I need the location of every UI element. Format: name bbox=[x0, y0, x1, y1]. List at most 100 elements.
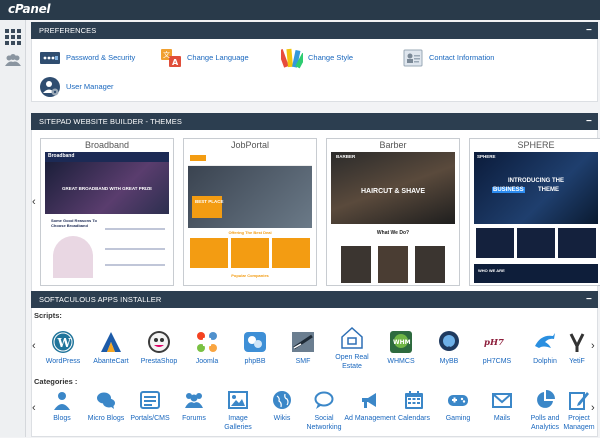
app-whmcs[interactable]: WHM WHMCS bbox=[376, 330, 426, 376]
sitepad-panel: ‹ › Broadband Broadband GREAT BROADBAND … bbox=[31, 130, 600, 300]
themes-prev-button[interactable]: ‹ bbox=[32, 196, 36, 208]
scripts-label: Scripts: bbox=[34, 311, 62, 320]
preview-footer: Popular Companies bbox=[231, 273, 269, 278]
preferences-panel: Password & Security A文 Change Language C… bbox=[31, 39, 598, 102]
chat-bubbles-icon bbox=[97, 392, 115, 409]
preview-brand: SPHERE bbox=[477, 154, 496, 159]
dolphin-icon bbox=[535, 333, 555, 348]
category-portals-cms[interactable]: Portals/CMS bbox=[126, 390, 174, 438]
softaculous-collapse-button[interactable]: − bbox=[586, 291, 592, 308]
category-gaming[interactable]: Gaming bbox=[434, 390, 482, 438]
preference-user-manager[interactable]: User Manager bbox=[39, 76, 149, 98]
theme-preview-sphere: SPHERE INTRODUCING THE BUSINESS THEME WH… bbox=[474, 152, 598, 283]
svg-text:W: W bbox=[57, 336, 72, 350]
theme-card-sphere[interactable]: SPHERE SPHERE INTRODUCING THE BUSINESS T… bbox=[469, 138, 600, 286]
social-chat-icon bbox=[314, 391, 334, 409]
theme-card-jobportal[interactable]: JobPortal BEST PLACE Offering The Best D… bbox=[183, 138, 317, 286]
category-forums[interactable]: Forums bbox=[170, 390, 218, 438]
app-wordpress[interactable]: W WordPress bbox=[38, 330, 88, 376]
app-abantecart[interactable]: AbanteCart bbox=[86, 330, 136, 376]
category-wikis[interactable]: Wikis bbox=[258, 390, 306, 438]
app-ph7cms[interactable]: pH7 pH7CMS bbox=[472, 330, 522, 376]
theme-card-barber[interactable]: Barber BARBER HAIRCUT & SHAVE What We Do… bbox=[326, 138, 460, 286]
category-image-galleries[interactable]: Image Galleries bbox=[214, 390, 262, 438]
preferences-collapse-button[interactable]: − bbox=[586, 22, 592, 39]
preview-brand: Broadband bbox=[48, 153, 75, 159]
preview-hero: BEST PLACE bbox=[195, 199, 224, 204]
category-calendars[interactable]: Calendars bbox=[390, 390, 438, 438]
softaculous-title: SOFTACULOUS APPS INSTALLER bbox=[39, 295, 162, 304]
calendar-icon bbox=[405, 391, 423, 409]
app-prestashop[interactable]: PrestaShop bbox=[134, 330, 184, 376]
preview-hero: HAIRCUT & SHAVE bbox=[360, 188, 426, 195]
theme-title: Barber bbox=[379, 140, 407, 150]
preview-hero: GREAT BROADBAND WITH GREAT PRIZE bbox=[61, 186, 153, 191]
category-ad-management[interactable]: Ad Management bbox=[344, 390, 396, 438]
svg-text:A: A bbox=[172, 58, 179, 67]
sitepad-collapse-button[interactable]: − bbox=[586, 113, 592, 130]
preview-section: Offering The Best Deal bbox=[228, 230, 272, 235]
svg-text:pH7: pH7 bbox=[484, 338, 504, 348]
theme-preview-broadband: Broadband GREAT BROADBAND WITH GREAT PRI… bbox=[45, 152, 169, 283]
blogger-person-icon bbox=[54, 392, 70, 410]
categories-label: Categories : bbox=[34, 377, 78, 386]
phpbb-icon bbox=[244, 332, 266, 352]
smf-icon bbox=[292, 332, 314, 352]
category-project-management[interactable]: Project Managem bbox=[560, 390, 598, 438]
preview-hero-1: INTRODUCING THE bbox=[508, 178, 564, 184]
password-dots-icon bbox=[39, 47, 61, 69]
pie-chart-icon bbox=[537, 390, 555, 408]
category-mails[interactable]: Mails bbox=[478, 390, 526, 438]
top-bar: cPanel bbox=[0, 0, 600, 20]
preferences-header[interactable]: PREFERENCES − bbox=[31, 22, 598, 39]
softaculous-header[interactable]: SOFTACULOUS APPS INSTALLER − bbox=[31, 291, 598, 308]
app-smf[interactable]: SMF bbox=[278, 330, 328, 376]
preview-hero-2: BUSINESS bbox=[492, 187, 525, 193]
svg-text:WHM: WHM bbox=[393, 339, 411, 346]
categories-prev-button[interactable]: ‹ bbox=[32, 402, 36, 414]
wordpress-icon: W bbox=[52, 331, 74, 353]
preview-section: Some Good Reasons To Choose Broadband bbox=[51, 218, 97, 228]
cpanel-logo[interactable]: cPanel bbox=[8, 2, 51, 16]
sidebar bbox=[0, 20, 26, 437]
megaphone-icon bbox=[362, 393, 376, 408]
preference-change-language[interactable]: A文 Change Language bbox=[160, 47, 270, 69]
grid-icon[interactable] bbox=[3, 26, 23, 46]
prestashop-icon bbox=[148, 331, 170, 353]
app-dolphin[interactable]: Dolphin bbox=[520, 330, 570, 376]
preference-change-style[interactable]: Change Style bbox=[277, 47, 381, 69]
color-swatches-icon bbox=[277, 47, 307, 69]
user-gear-icon bbox=[39, 76, 61, 98]
preference-contact-information[interactable]: Contact Information bbox=[402, 47, 522, 69]
preview-section: WHO WE ARE bbox=[478, 268, 505, 273]
app-yetiforce[interactable]: YetiF bbox=[564, 330, 590, 376]
scripts-prev-button[interactable]: ‹ bbox=[32, 340, 36, 352]
app-mybb[interactable]: MyBB bbox=[424, 330, 474, 376]
contact-card-icon bbox=[402, 47, 424, 69]
joomla-icon bbox=[197, 332, 217, 352]
sitepad-title: SITEPAD WEBSITE BUILDER - THEMES bbox=[39, 117, 182, 126]
category-blogs[interactable]: Blogs bbox=[38, 390, 86, 438]
app-open-real-estate[interactable]: Open Real Estate bbox=[326, 326, 378, 372]
preferences-title: PREFERENCES bbox=[39, 26, 97, 35]
users-icon[interactable] bbox=[3, 50, 23, 70]
ph7cms-icon: pH7 bbox=[484, 338, 504, 348]
theme-title: SPHERE bbox=[517, 140, 555, 150]
svg-text:文: 文 bbox=[163, 50, 170, 59]
yetiforce-icon bbox=[569, 333, 585, 352]
softaculous-panel: Scripts: ‹ › W WordPress AbanteCart Pres… bbox=[31, 308, 598, 437]
scripts-next-button[interactable]: › bbox=[591, 340, 595, 352]
app-phpbb[interactable]: phpBB bbox=[230, 330, 280, 376]
preference-password-security[interactable]: Password & Security bbox=[39, 47, 159, 69]
category-micro-blogs[interactable]: Micro Blogs bbox=[82, 390, 130, 438]
mybb-icon bbox=[439, 331, 459, 351]
app-joomla[interactable]: Joomla bbox=[182, 330, 232, 376]
image-icon bbox=[228, 391, 248, 409]
theme-card-broadband[interactable]: Broadband Broadband GREAT BROADBAND WITH… bbox=[40, 138, 174, 286]
main-content: PREFERENCES − Password & Security A文 Cha… bbox=[31, 20, 600, 437]
theme-title: JobPortal bbox=[230, 140, 270, 150]
theme-title: Broadband bbox=[84, 140, 130, 150]
language-translate-icon: A文 bbox=[160, 47, 182, 69]
category-social-networking[interactable]: Social Networking bbox=[302, 390, 346, 438]
sitepad-header[interactable]: SITEPAD WEBSITE BUILDER - THEMES − bbox=[31, 113, 598, 130]
